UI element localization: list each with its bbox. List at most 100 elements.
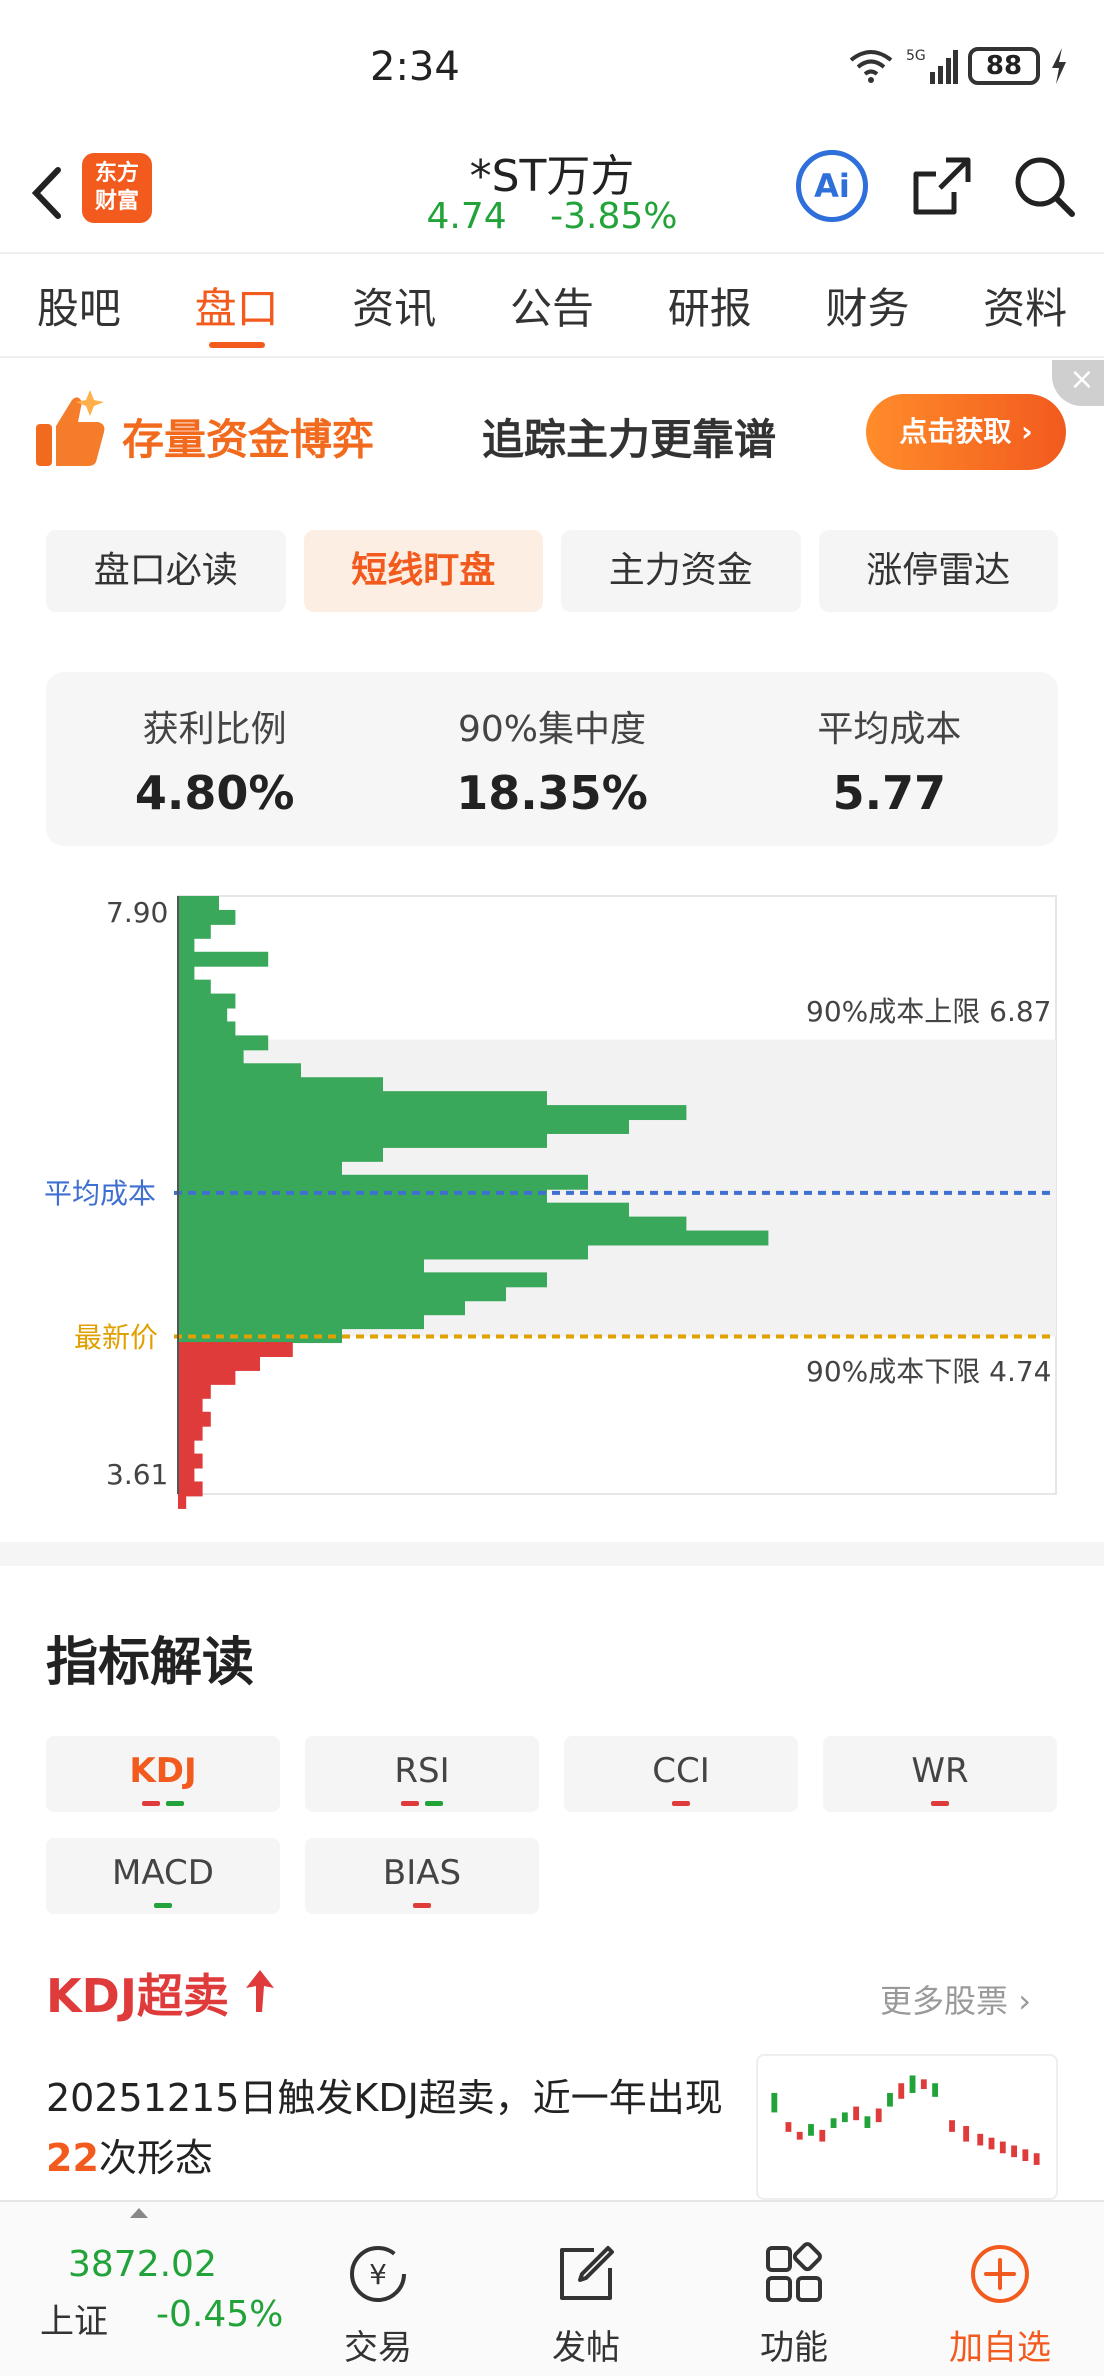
indicator-label: CCI — [652, 1751, 710, 1791]
chip-bar-profit — [178, 1453, 203, 1469]
subtab-short-term[interactable]: 短线盯盘 — [303, 530, 543, 612]
arrow-up-icon — [246, 1970, 274, 2012]
subtab-limit-radar[interactable]: 涨停雷达 — [818, 530, 1058, 612]
index-value[interactable]: 3872.02 — [68, 2244, 217, 2285]
chip-bar-loss — [178, 1160, 342, 1176]
tab-guba[interactable]: 股吧 — [0, 254, 158, 356]
search-icon[interactable] — [1008, 150, 1080, 222]
chip-bar-loss — [178, 1286, 506, 1302]
mini-candle — [808, 2124, 814, 2136]
mini-candle — [999, 2141, 1006, 2154]
stock-price: 4.74 — [426, 196, 507, 237]
upper-limit-label: 90%成本上限 6.87 — [806, 995, 1052, 1028]
banner-close-icon[interactable]: × — [1052, 360, 1104, 406]
indicator-label: BIAS — [382, 1853, 462, 1893]
indicators-title: 指标解读 — [46, 1633, 255, 1693]
sell-signal-dot — [672, 1801, 690, 1806]
stat-label: 90%集中度 — [457, 709, 646, 750]
chip-bar-loss — [178, 1021, 236, 1037]
thumbs-up-icon — [36, 390, 105, 466]
subtab-must-read[interactable]: 盘口必读 — [46, 530, 286, 612]
sell-signal-dot — [413, 1903, 431, 1908]
nav-post[interactable]: 发帖 — [516, 2242, 656, 2369]
network-type: 5G — [906, 48, 926, 64]
status-bar: 2:34 5G 88 — [0, 0, 1104, 140]
tab-pankou[interactable]: 盘口 — [158, 254, 316, 356]
section-separator — [0, 1542, 1104, 1566]
chip-bar-loss — [178, 1132, 547, 1148]
indicator-label: WR — [911, 1751, 969, 1791]
promo-banner[interactable]: 存量资金博弈 追踪主力更靠谱 点击获取 › × — [0, 360, 1104, 510]
price-axis-bottom: 3.61 — [106, 1458, 169, 1491]
indicator-rsi[interactable]: RSI — [305, 1736, 539, 1812]
mini-candle — [796, 2131, 803, 2140]
share-icon[interactable] — [906, 150, 978, 222]
index-change[interactable]: -0.45% — [156, 2294, 283, 2335]
kdj-description: 20251215日触发KDJ超卖，近一年出现 22次形态 — [46, 2068, 726, 2188]
status-time: 2:34 — [370, 44, 460, 90]
subtab-main-funds[interactable]: 主力资金 — [561, 530, 801, 612]
nav-label: 交易 — [344, 2328, 412, 2368]
more-stocks-link[interactable]: 更多股票 › — [880, 1976, 1031, 2022]
chip-bar-loss — [178, 993, 236, 1009]
tab-news[interactable]: 资讯 — [315, 254, 473, 356]
indicator-label: MACD — [112, 1853, 214, 1893]
chip-bar-profit — [178, 1411, 211, 1427]
logo-line1: 东方 — [94, 161, 139, 186]
stat-label: 获利比例 — [142, 709, 287, 750]
tab-announcements[interactable]: 公告 — [473, 254, 631, 356]
mini-candle — [864, 2116, 871, 2128]
caret-up-icon[interactable] — [128, 2206, 150, 2218]
mini-candle — [853, 2106, 860, 2121]
ai-assistant-icon[interactable]: Ai — [796, 150, 868, 222]
signal-dots — [823, 1801, 1057, 1806]
nav-add-watchlist[interactable]: 加自选 — [930, 2242, 1070, 2369]
chip-bar-loss — [178, 1063, 301, 1079]
mini-candle — [1033, 2153, 1040, 2165]
mini-candle — [887, 2092, 893, 2107]
chip-bar-profit — [178, 1439, 195, 1455]
kdj-heading: KDJ超卖 — [46, 1969, 229, 2023]
indicator-wr[interactable]: WR — [823, 1736, 1057, 1812]
chip-bar-loss — [178, 1007, 228, 1023]
indicator-cci[interactable]: CCI — [564, 1736, 798, 1812]
stock-name: *ST万方 — [469, 151, 635, 202]
bottom-bar: 3872.02 上证 -0.45% ¥ 交易 发帖 功能 加自选 — [0, 2200, 1104, 2376]
logo-line2: 财富 — [94, 189, 139, 214]
signal-dots — [305, 1801, 539, 1806]
mini-candle — [949, 2120, 955, 2132]
indicator-macd[interactable]: MACD — [46, 1838, 280, 1914]
kdj-mini-kline-chart[interactable] — [756, 2054, 1058, 2200]
chip-bar-profit — [178, 1342, 293, 1357]
chip-bar-loss — [178, 1105, 687, 1121]
stat-value: 18.35% — [456, 766, 648, 820]
indicator-kdj[interactable]: KDJ — [46, 1736, 280, 1812]
lower-limit-label: 90%成本下限 4.74 — [806, 1355, 1052, 1388]
nav-functions[interactable]: 功能 — [724, 2242, 864, 2369]
chip-bar-loss — [178, 1314, 424, 1330]
status-icons: 5G 88 — [846, 44, 1068, 88]
pankou-subtabs: 盘口必读 短线盯盘 主力资金 涨停雷达 — [46, 530, 1058, 612]
signal-icon: 5G — [906, 48, 958, 84]
tab-profile[interactable]: 资料 — [946, 254, 1104, 356]
stat-profit-ratio: 获利比例 4.80% — [46, 672, 383, 846]
wifi-icon — [849, 50, 893, 83]
tab-finance[interactable]: 财务 — [789, 254, 947, 356]
banner-get-button[interactable]: 点击获取 › — [866, 394, 1066, 470]
chip-bar-loss — [178, 1077, 383, 1093]
app-logo: 东方 财富 — [82, 153, 152, 223]
chip-bar-loss — [178, 1035, 269, 1051]
chip-bar-profit — [178, 1425, 203, 1441]
mini-candle — [1022, 2149, 1029, 2162]
index-name[interactable]: 上证 — [40, 2294, 108, 2343]
signal-dots — [46, 1801, 280, 1806]
chip-bar-loss — [178, 937, 195, 953]
buy-signal-dot — [154, 1903, 172, 1908]
tab-research[interactable]: 研报 — [631, 254, 789, 356]
back-icon[interactable] — [22, 158, 72, 228]
chip-bar-loss — [178, 909, 236, 925]
mini-candle — [909, 2075, 916, 2093]
indicator-bias[interactable]: BIAS — [305, 1838, 539, 1914]
chip-bar-loss — [178, 1091, 547, 1107]
nav-trade[interactable]: ¥ 交易 — [308, 2242, 448, 2369]
